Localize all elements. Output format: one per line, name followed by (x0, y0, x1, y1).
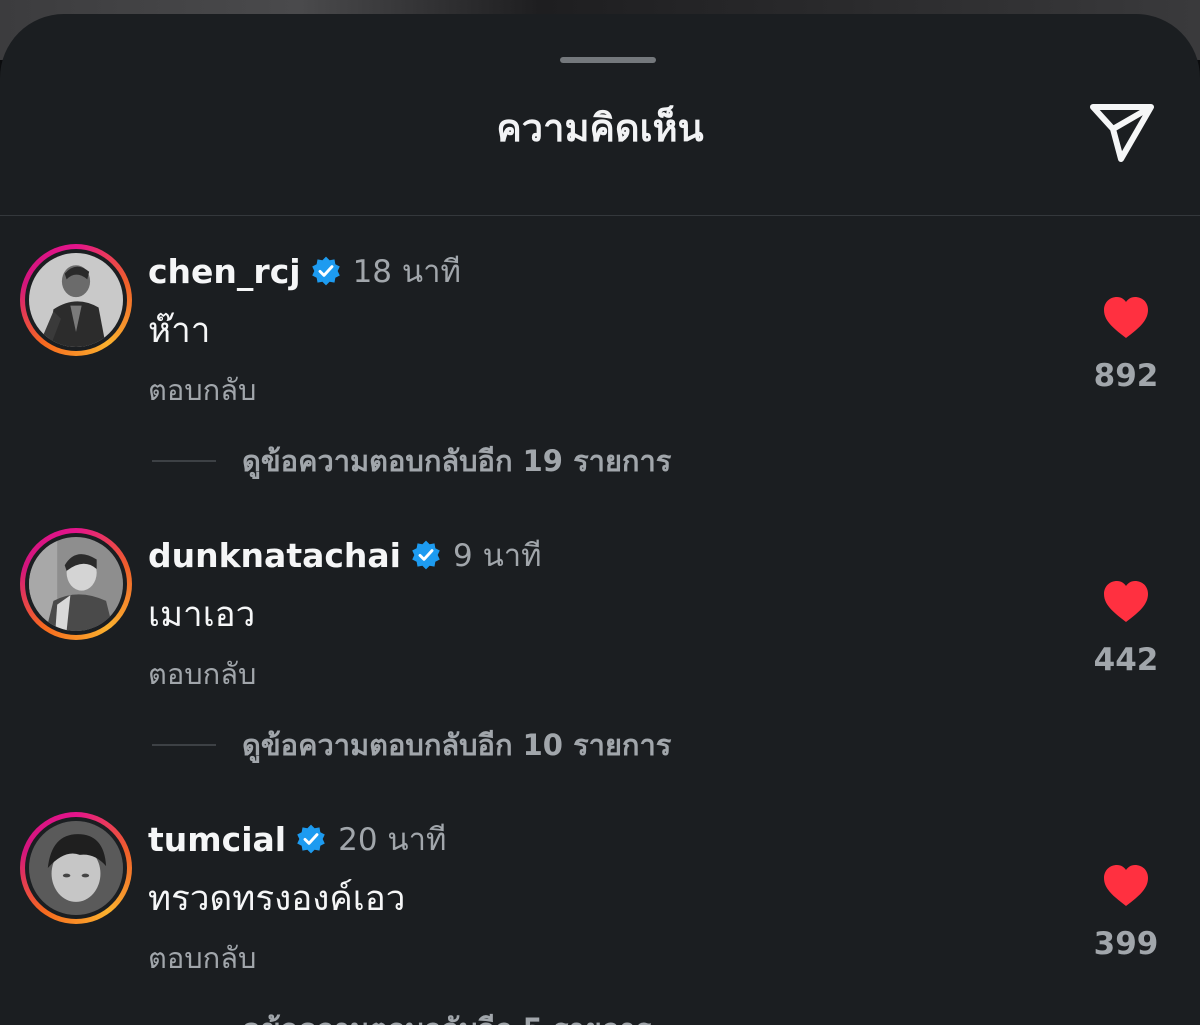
sheet-title: ความคิดเห็น (496, 106, 704, 150)
paper-plane-icon (1090, 104, 1154, 162)
sheet-grabber-handle[interactable] (560, 57, 656, 63)
comment-text: เมาเอว (148, 595, 256, 635)
like-control: 399 (1076, 864, 1176, 962)
like-count: 442 (1093, 642, 1159, 678)
avatar-story-ring[interactable] (20, 244, 132, 356)
like-count: 399 (1093, 926, 1159, 962)
comments-sheet: ความคิดเห็น chen_rcj 18 นาที ห๊าา ตอบกลั… (0, 14, 1200, 1025)
view-replies-button[interactable]: ดูข้อความตอบกลับอีก 5 รายการ (152, 1004, 651, 1025)
avatar (29, 537, 123, 631)
comment-username[interactable]: tumcial (148, 820, 286, 859)
view-replies-button[interactable]: ดูข้อความตอบกลับอีก 19 รายการ (152, 436, 671, 486)
comment-text: ทรวดทรงองค์เอว (148, 879, 406, 919)
replies-line (152, 460, 216, 462)
share-button[interactable] (1084, 94, 1160, 170)
verified-badge-icon (297, 824, 325, 854)
comment-username[interactable]: dunknatachai (148, 536, 401, 575)
comment-text: ห๊าา (148, 311, 211, 351)
comment-time: 9 นาที (453, 538, 542, 574)
comment-username[interactable]: chen_rcj (148, 252, 301, 291)
comment-item: tumcial 20 นาที ทรวดทรงองค์เอว ตอบกลับ 3… (0, 812, 1200, 1025)
like-control: 442 (1076, 580, 1176, 678)
verified-badge-icon (311, 256, 340, 286)
avatar-story-ring[interactable] (20, 528, 132, 640)
view-replies-label: ดูข้อความตอบกลับอีก 5 รายการ (242, 1006, 651, 1025)
header-divider (0, 215, 1200, 216)
comment-time: 18 นาที (352, 254, 461, 290)
heart-icon[interactable] (1102, 296, 1150, 340)
view-replies-label: ดูข้อความตอบกลับอีก 19 รายการ (242, 444, 672, 478)
comment-item: dunknatachai 9 นาที เมาเอว ตอบกลับ 442 ด… (0, 528, 1200, 768)
comment-time: 20 นาที (338, 822, 447, 858)
heart-icon[interactable] (1102, 580, 1150, 624)
like-count: 892 (1093, 358, 1159, 394)
avatar (29, 821, 123, 915)
like-control: 892 (1076, 296, 1176, 394)
avatar (29, 253, 123, 347)
reply-button[interactable]: ตอบกลับ (148, 936, 256, 980)
heart-icon[interactable] (1102, 864, 1150, 908)
replies-line (152, 744, 216, 746)
view-replies-label: ดูข้อความตอบกลับอีก 10 รายการ (242, 728, 672, 762)
reply-button[interactable]: ตอบกลับ (148, 368, 256, 412)
verified-badge-icon (412, 540, 440, 570)
comment-item: chen_rcj 18 นาที ห๊าา ตอบกลับ 892 ดูข้อค… (0, 244, 1200, 484)
view-replies-button[interactable]: ดูข้อความตอบกลับอีก 10 รายการ (152, 720, 671, 770)
reply-button[interactable]: ตอบกลับ (148, 652, 256, 696)
avatar-story-ring[interactable] (20, 812, 132, 924)
